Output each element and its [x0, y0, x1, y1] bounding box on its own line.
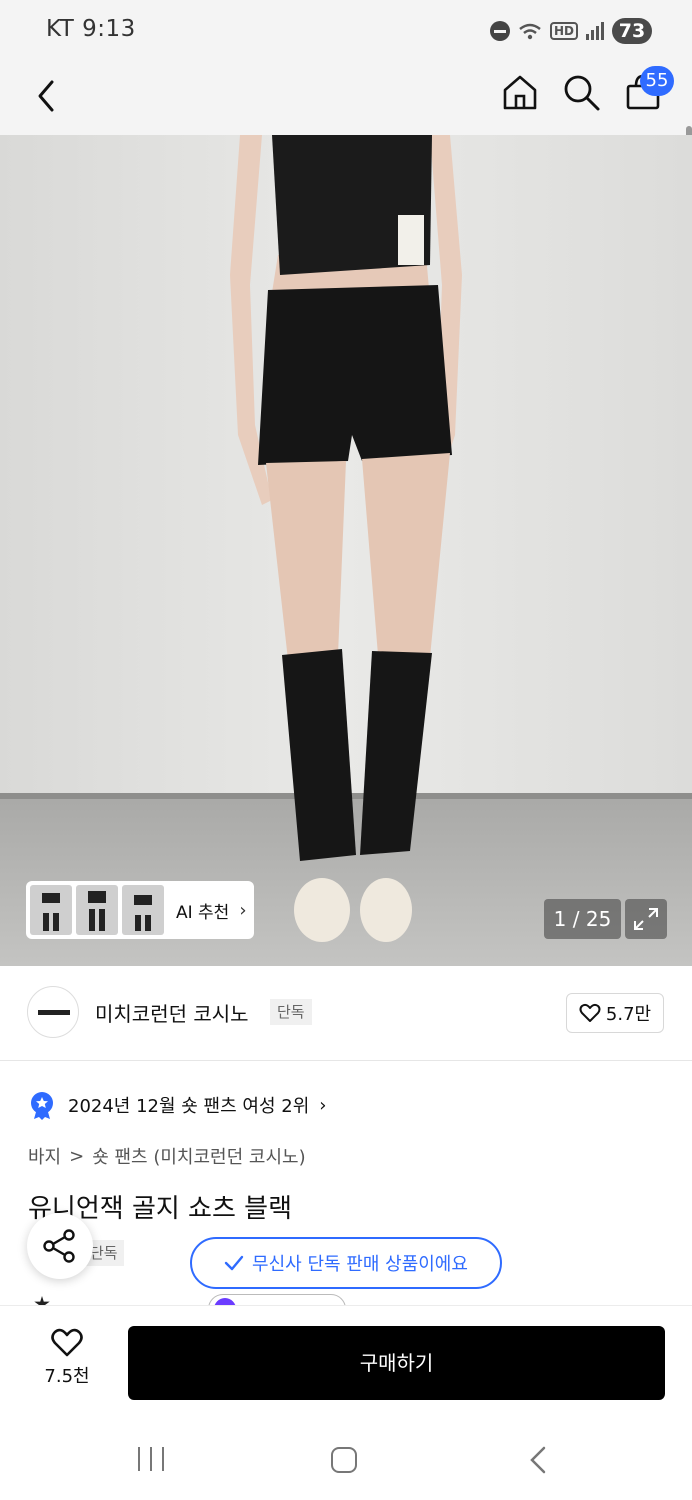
home-button-icon[interactable]: [331, 1447, 357, 1473]
buy-button[interactable]: 구매하기: [128, 1326, 665, 1400]
toast-text: 무신사 단독 판매 상품이에요: [252, 1254, 468, 1275]
ai-recommend-chip[interactable]: AI 추천 ›: [26, 881, 254, 939]
wishlist-count: 7.5천: [44, 1366, 90, 1387]
home-icon[interactable]: [500, 70, 540, 114]
thumbnail-image[interactable]: [76, 885, 118, 935]
system-navigation-bar: [0, 1415, 692, 1500]
ai-recommend-label: AI 추천: [176, 902, 230, 923]
wifi-icon: [519, 23, 541, 40]
exclusive-toast: 무신사 단독 판매 상품이에요: [190, 1237, 502, 1289]
search-icon[interactable]: [560, 70, 602, 114]
brand-like-button[interactable]: 5.7만: [566, 993, 664, 1033]
chevron-right-icon: ›: [319, 1094, 327, 1116]
hd-icon: HD: [549, 22, 578, 40]
cart-count-badge: 55: [640, 66, 674, 96]
thumbnail-image[interactable]: [30, 885, 72, 935]
recent-apps-icon[interactable]: [138, 1447, 164, 1473]
product-image[interactable]: [0, 135, 692, 966]
back-icon[interactable]: [30, 74, 66, 118]
product-photo: [0, 135, 692, 966]
breadcrumb-subcategory[interactable]: 숏 팬츠 (미치코런던 코시노): [92, 1143, 305, 1169]
breadcrumb: 바지 > 숏 팬츠 (미치코런던 코시노): [28, 1143, 306, 1169]
system-back-icon[interactable]: [528, 1445, 548, 1475]
heart-icon: [51, 1328, 83, 1357]
check-icon: [224, 1255, 244, 1271]
signal-icon: [586, 22, 604, 40]
brand-name[interactable]: 미치코런던 코시노: [95, 998, 249, 1027]
image-counter: 1 / 25: [544, 899, 621, 939]
status-bar: KT 9:13 HD 73: [0, 0, 692, 62]
do-not-disturb-icon: [489, 21, 510, 41]
top-navigation: 55: [0, 62, 692, 222]
ranking-link[interactable]: 2024년 12월 숏 팬츠 여성 2위 ›: [28, 1087, 326, 1123]
rank-badge-icon: [31, 1092, 53, 1120]
brand-exclusive-tag: 단독: [270, 999, 312, 1025]
brand-row: 미치코런던 코시노 단독 5.7만: [0, 966, 692, 1061]
expand-button[interactable]: [625, 899, 667, 939]
thumbnail-image[interactable]: [122, 885, 164, 935]
expand-icon: [634, 908, 658, 930]
breadcrumb-category[interactable]: 바지: [28, 1143, 61, 1169]
purchase-bar: 7.5천 구매하기: [0, 1305, 692, 1415]
wishlist-button[interactable]: 7.5천: [32, 1328, 102, 1388]
chevron-right-icon: ›: [239, 899, 247, 921]
brand-like-count: 5.7만: [605, 1004, 652, 1025]
breadcrumb-separator: >: [69, 1145, 85, 1167]
battery-indicator: 73: [612, 18, 652, 44]
brand-logo[interactable]: [27, 986, 79, 1038]
heart-icon: [579, 1003, 601, 1022]
status-carrier-time: KT 9:13: [46, 16, 136, 42]
status-icons: HD 73: [489, 16, 652, 46]
share-button[interactable]: [27, 1213, 93, 1279]
ranking-text: 2024년 12월 숏 팬츠 여성 2위: [68, 1096, 310, 1117]
share-icon: [43, 1229, 75, 1263]
